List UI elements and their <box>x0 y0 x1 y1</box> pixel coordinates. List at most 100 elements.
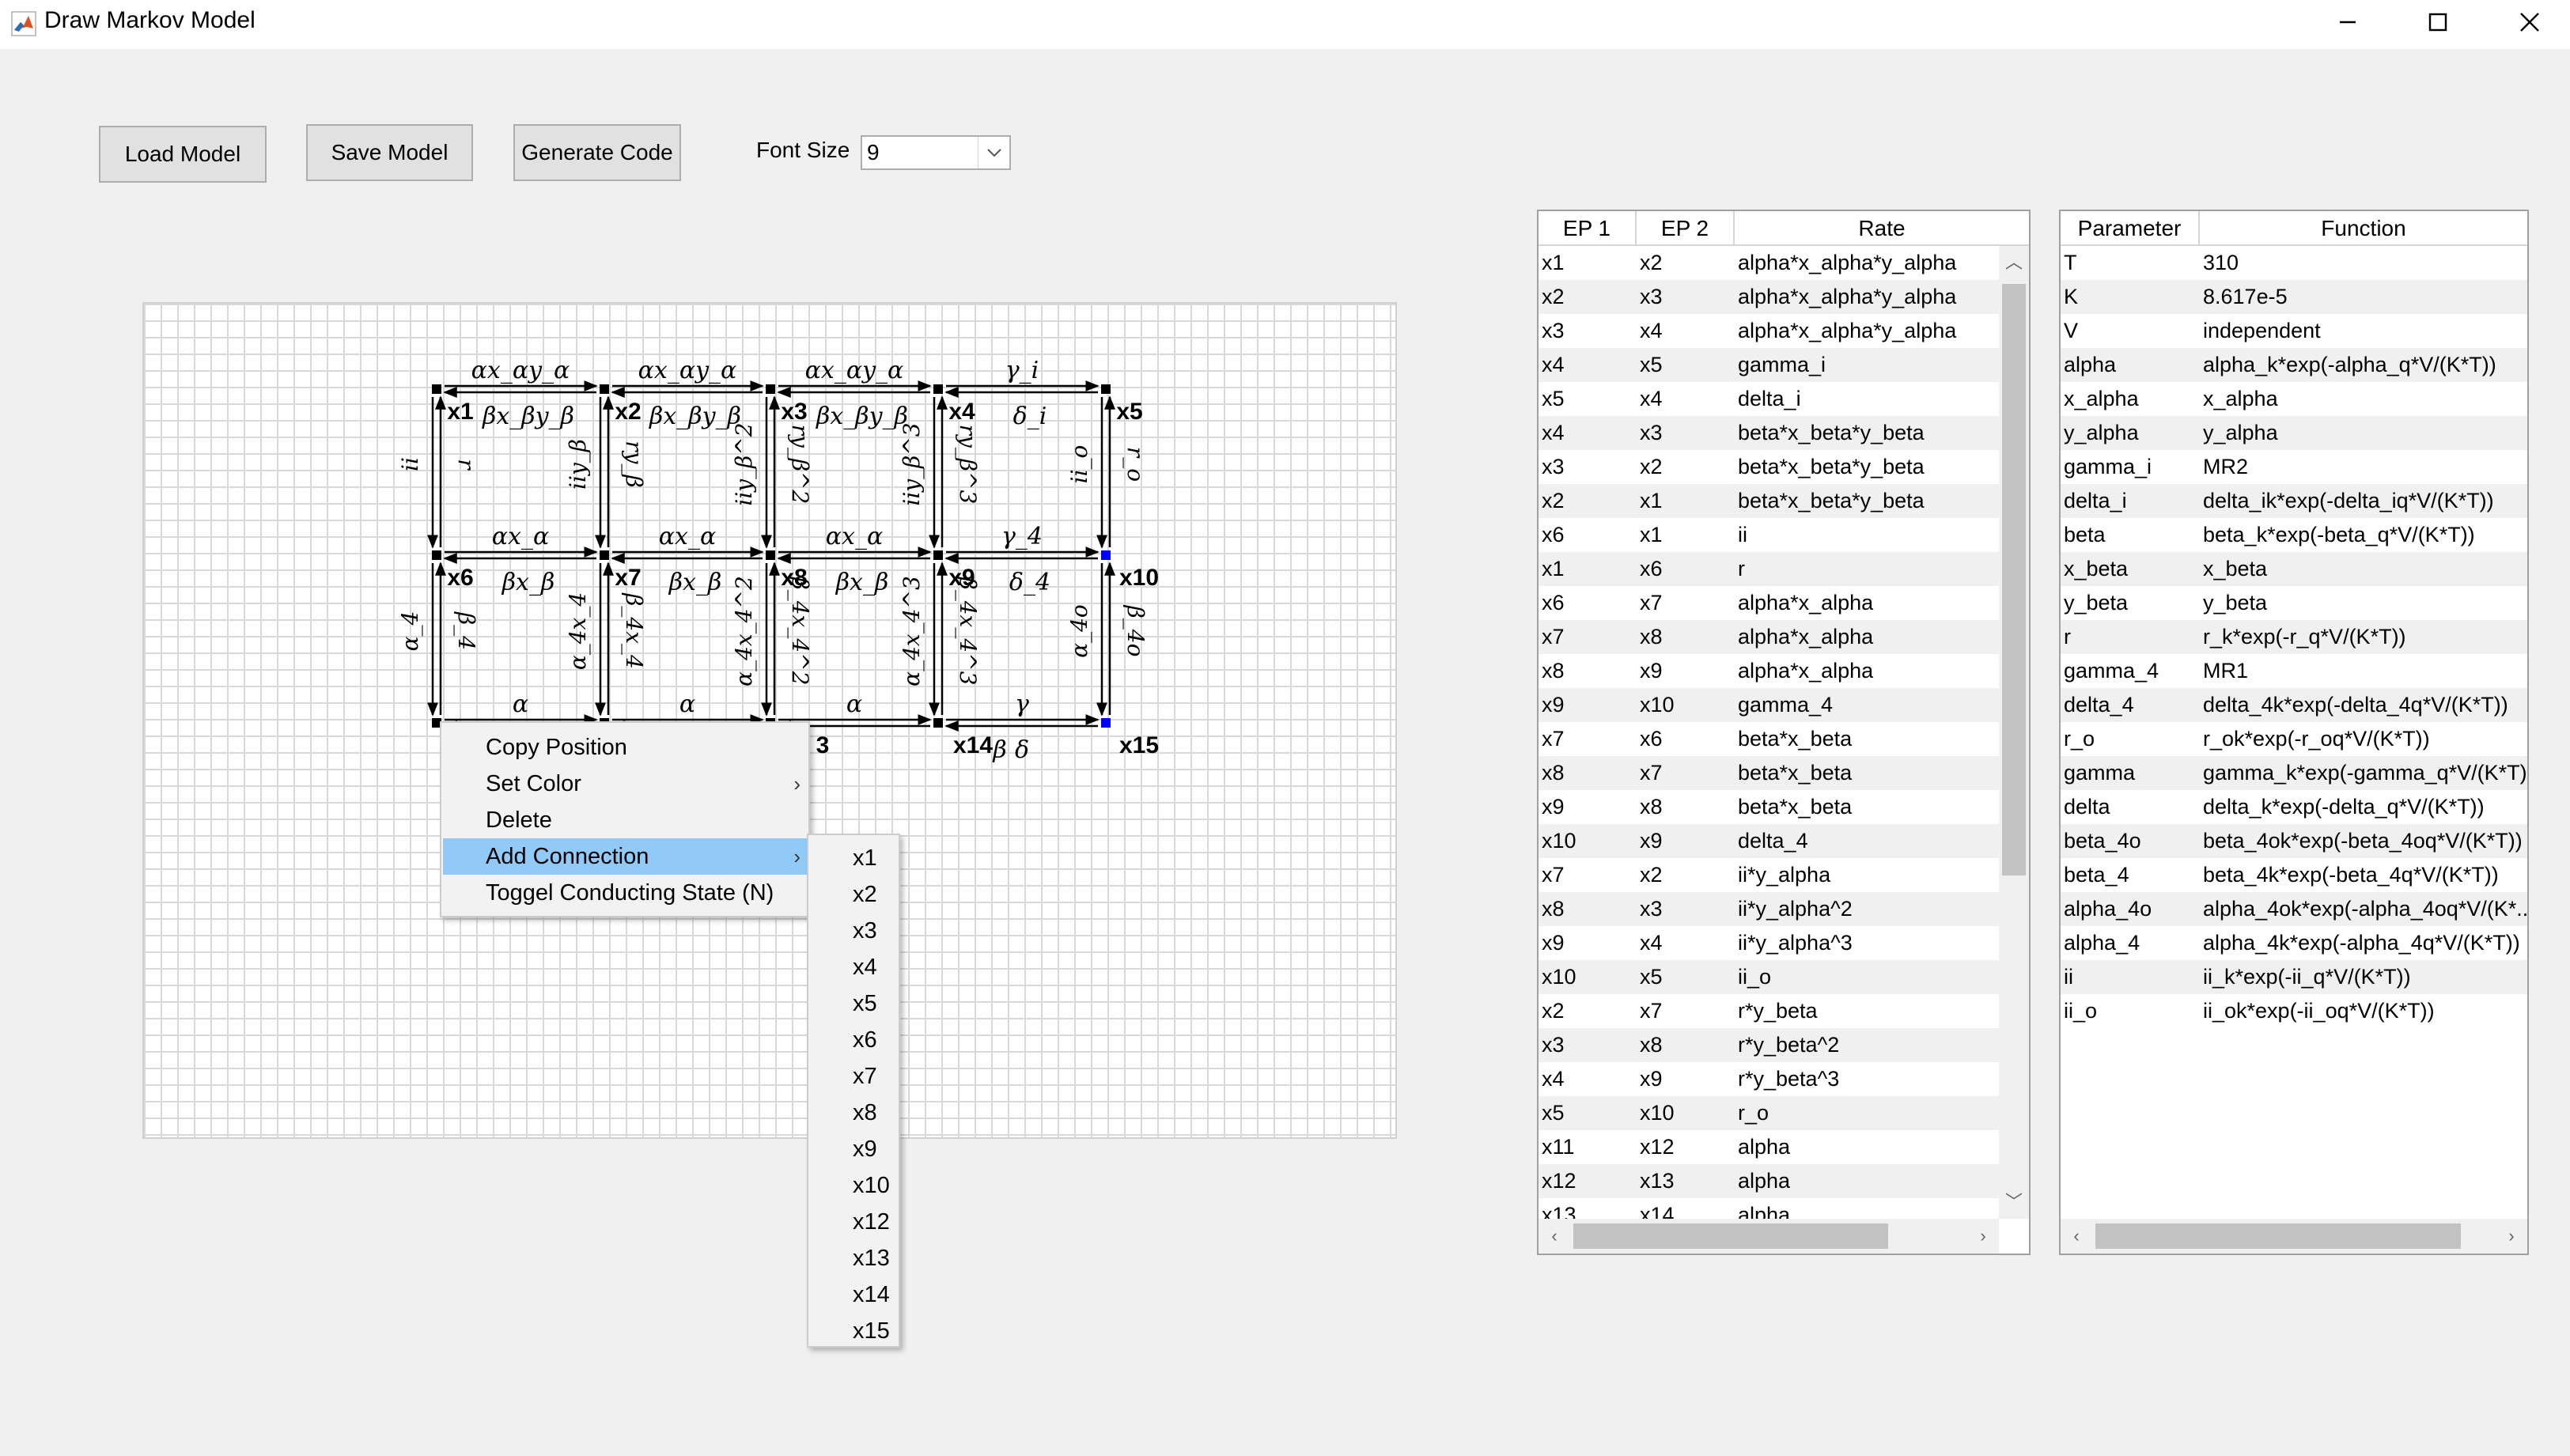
rate-cell[interactable]: ii*y_alpha^2 <box>1735 897 1999 921</box>
param-cell[interactable]: ii_k*exp(-ii_q*V/(K*T)) <box>2200 965 2527 989</box>
rate-cell[interactable]: x3 <box>1637 897 1735 921</box>
table-row[interactable]: x5 x4 delta_i <box>1539 382 1999 416</box>
table-row[interactable]: x7 x2 ii*y_alpha <box>1539 858 1999 892</box>
rate-cell[interactable]: alpha <box>1735 1135 1999 1159</box>
rate-cell[interactable]: delta_4 <box>1735 829 1999 853</box>
param-cell[interactable]: alpha <box>2061 353 2200 377</box>
submenu-item-x8[interactable]: x8 <box>810 1095 897 1131</box>
rate-cell[interactable]: alpha*x_alpha <box>1735 659 1999 683</box>
param-cell[interactable]: beta_4o <box>2061 829 2200 853</box>
maximize-button[interactable] <box>2400 0 2476 44</box>
rate-cell[interactable]: x2 <box>1637 251 1735 275</box>
table-row[interactable]: delta_4 delta_4k*exp(-delta_4q*V/(K*T)) <box>2061 688 2527 722</box>
rate-cell[interactable]: x4 <box>1539 421 1637 445</box>
table-row[interactable]: x4 x3 beta*x_beta*y_beta <box>1539 416 1999 450</box>
rate-cell[interactable]: x8 <box>1637 1033 1735 1057</box>
table-row[interactable]: x6 x1 ii <box>1539 518 1999 552</box>
table-row[interactable]: x9 x8 beta*x_beta <box>1539 790 1999 824</box>
table-row[interactable]: delta delta_k*exp(-delta_q*V/(K*T)) <box>2061 790 2527 824</box>
param-cell[interactable]: x_beta <box>2061 557 2200 581</box>
submenu-item-x4[interactable]: x4 <box>810 949 897 985</box>
rate-cell[interactable]: x12 <box>1637 1135 1735 1159</box>
param-cell[interactable]: alpha_4ok*exp(-alpha_4oq*V/(K*... <box>2200 897 2527 921</box>
rate-cell[interactable]: x8 <box>1539 897 1637 921</box>
param-cell[interactable]: ii <box>2061 965 2200 989</box>
rate-cell[interactable]: x5 <box>1539 1101 1637 1125</box>
table-row[interactable]: y_beta y_beta <box>2061 586 2527 620</box>
param-cell[interactable]: x_alpha <box>2061 387 2200 411</box>
table-row[interactable]: gamma gamma_k*exp(-gamma_q*V/(K*T)) <box>2061 756 2527 790</box>
column-rate[interactable]: Rate <box>1735 211 2029 246</box>
model-canvas[interactable]: αx_αy_α βx_βy_β αx_αy_α βx_βy_β αx_αy_α βx_βy… <box>142 302 1397 1139</box>
param-cell[interactable]: y_beta <box>2200 591 2527 615</box>
table-row[interactable]: x_beta x_beta <box>2061 552 2527 586</box>
table-row[interactable]: x3 x2 beta*x_beta*y_beta <box>1539 450 1999 484</box>
param-cell[interactable]: alpha_4o <box>2061 897 2200 921</box>
table-row[interactable]: x8 x9 alpha*x_alpha <box>1539 654 1999 688</box>
rate-cell[interactable]: x8 <box>1539 659 1637 683</box>
table-row[interactable]: x1 x2 alpha*x_alpha*y_alpha <box>1539 246 1999 280</box>
param-cell[interactable]: delta_4 <box>2061 693 2200 717</box>
rate-cell[interactable]: alpha <box>1735 1169 1999 1193</box>
rate-cell[interactable]: x9 <box>1539 795 1637 819</box>
rate-cell[interactable]: x4 <box>1637 319 1735 343</box>
rate-cell[interactable]: x11 <box>1539 1135 1637 1159</box>
rate-cell[interactable]: x2 <box>1539 489 1637 513</box>
rate-table[interactable]: EP 1 EP 2 Rate x1 x2 alpha*x_alpha*y_alpha… <box>1537 210 2031 1255</box>
rate-cell[interactable]: x9 <box>1637 659 1735 683</box>
parameter-table[interactable]: Parameter Function T 310 K 8.617e-5 Vindepen… <box>2059 210 2529 1255</box>
rate-cell[interactable]: x2 <box>1539 285 1637 309</box>
rate-horizontal-scrollbar[interactable]: ‹ › <box>1539 1219 1999 1254</box>
menu-delete[interactable]: Delete <box>443 802 807 838</box>
rate-cell[interactable]: r_o <box>1735 1101 1999 1125</box>
chevron-left-icon[interactable]: ‹ <box>1539 1219 1570 1254</box>
table-row[interactable]: alpha_4o alpha_4ok*exp(-alpha_4oq*V/(K*..… <box>2061 892 2527 926</box>
param-cell[interactable]: beta_k*exp(-beta_q*V/(K*T)) <box>2200 523 2527 547</box>
save-model-button[interactable]: Save Model <box>306 124 473 181</box>
generate-code-button[interactable]: Generate Code <box>513 124 681 181</box>
rate-cell[interactable]: x7 <box>1539 863 1637 887</box>
rate-cell[interactable]: delta_i <box>1735 387 1999 411</box>
param-cell[interactable]: 310 <box>2200 251 2527 275</box>
param-cell[interactable]: gamma <box>2061 761 2200 785</box>
param-cell[interactable]: ii_ok*exp(-ii_oq*V/(K*T)) <box>2200 999 2527 1023</box>
table-row[interactable]: alpha_4 alpha_4k*exp(-alpha_4q*V/(K*T)) <box>2061 926 2527 960</box>
rate-cell[interactable]: x9 <box>1539 931 1637 955</box>
rate-cell[interactable]: x9 <box>1539 693 1637 717</box>
submenu-item-x3[interactable]: x3 <box>810 913 897 949</box>
rate-cell[interactable]: x3 <box>1637 421 1735 445</box>
column-function[interactable]: Function <box>2200 211 2527 246</box>
param-cell[interactable]: MR2 <box>2200 455 2527 479</box>
table-row[interactable]: beta beta_k*exp(-beta_q*V/(K*T)) <box>2061 518 2527 552</box>
rate-cell[interactable]: x6 <box>1637 557 1735 581</box>
param-cell[interactable]: y_beta <box>2061 591 2200 615</box>
rate-cell[interactable]: alpha*x_alpha*y_alpha <box>1735 319 1999 343</box>
submenu-item-x10[interactable]: x10 <box>810 1167 897 1204</box>
rate-cell[interactable]: x7 <box>1539 727 1637 751</box>
menu-copy-position[interactable]: Copy Position <box>443 729 807 766</box>
rate-cell[interactable]: gamma_4 <box>1735 693 1999 717</box>
rate-cell[interactable]: x10 <box>1539 829 1637 853</box>
table-row[interactable]: delta_i delta_ik*exp(-delta_iq*V/(K*T)) <box>2061 484 2527 518</box>
param-cell[interactable]: 8.617e-5 <box>2200 285 2527 309</box>
submenu-item-x15[interactable]: x15 <box>810 1313 897 1349</box>
rate-cell[interactable]: x8 <box>1637 625 1735 649</box>
rate-cell[interactable]: x7 <box>1637 761 1735 785</box>
table-row[interactable]: K 8.617e-5 <box>2061 280 2527 314</box>
font-size-select[interactable]: 9 <box>861 135 1011 170</box>
rate-cell[interactable]: x5 <box>1539 387 1637 411</box>
rate-vertical-scrollbar[interactable]: ︿ ﹀ <box>1999 246 2029 1219</box>
param-cell[interactable]: beta_4ok*exp(-beta_4oq*V/(K*T)) <box>2200 829 2527 853</box>
param-cell[interactable]: beta_4 <box>2061 863 2200 887</box>
rate-cell[interactable]: x3 <box>1539 319 1637 343</box>
rate-cell[interactable]: ii*y_alpha^3 <box>1735 931 1999 955</box>
column-ep1[interactable]: EP 1 <box>1539 211 1637 246</box>
param-cell[interactable]: delta_4k*exp(-delta_4q*V/(K*T)) <box>2200 693 2527 717</box>
rate-cell[interactable]: x4 <box>1637 931 1735 955</box>
table-row[interactable]: beta_4o beta_4ok*exp(-beta_4oq*V/(K*T)) <box>2061 824 2527 858</box>
rate-cell[interactable]: x4 <box>1539 1067 1637 1091</box>
table-row[interactable]: T 310 <box>2061 246 2527 280</box>
rate-cell[interactable]: x13 <box>1637 1169 1735 1193</box>
param-cell[interactable]: gamma_i <box>2061 455 2200 479</box>
submenu-item-x5[interactable]: x5 <box>810 985 897 1022</box>
